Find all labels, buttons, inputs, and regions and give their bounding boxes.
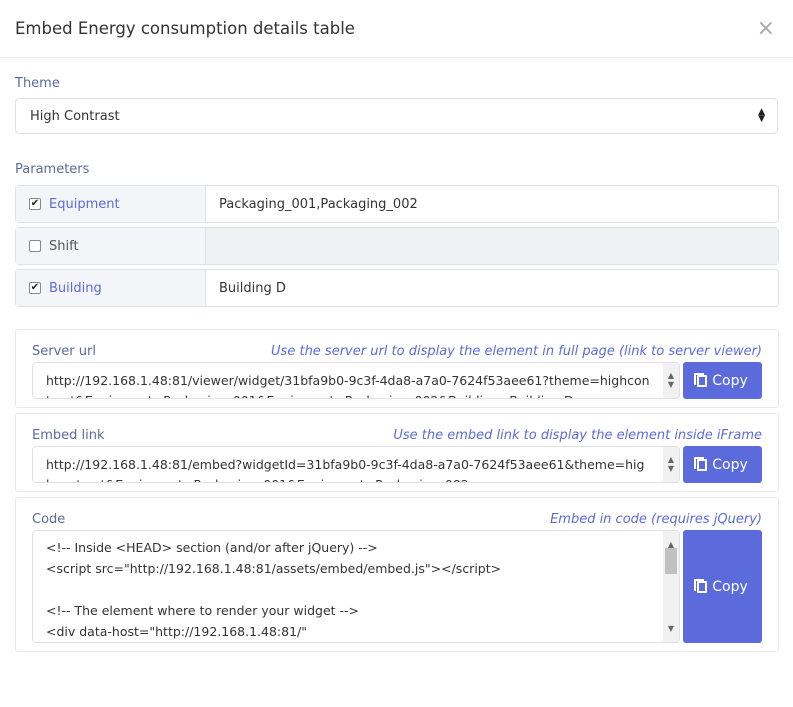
param-building: ✔ Building Building D bbox=[15, 269, 779, 307]
server-url-textarea[interactable]: http://192.168.1.48:81/viewer/widget/31b… bbox=[32, 362, 680, 399]
server-url-hint: Use the server url to display the elemen… bbox=[271, 344, 762, 359]
copy-server-url-button[interactable]: Copy bbox=[683, 362, 762, 399]
copy-embed-link-button[interactable]: Copy bbox=[683, 446, 762, 483]
code-text: <!-- Inside <HEAD> section (and/or after… bbox=[46, 540, 502, 639]
copy-icon bbox=[694, 372, 708, 387]
modal-title: Embed Energy consumption details table bbox=[15, 19, 355, 38]
shift-input bbox=[206, 228, 778, 264]
copy-icon bbox=[694, 578, 708, 593]
copy-label: Copy bbox=[712, 456, 748, 473]
server-url-text: http://192.168.1.48:81/viewer/widget/31b… bbox=[46, 373, 650, 398]
theme-select[interactable]: High Contrast ▲ ▼ bbox=[15, 98, 778, 134]
server-url-card: Server url Use the server url to display … bbox=[15, 329, 779, 408]
scroll-down-icon[interactable]: ▼ bbox=[663, 375, 679, 395]
scroll-down-icon[interactable]: ▼ bbox=[663, 459, 679, 479]
equipment-input[interactable]: Packaging_001,Packaging_002 bbox=[206, 186, 778, 222]
embed-link-hint: Use the embed link to display the elemen… bbox=[393, 428, 762, 443]
copy-icon bbox=[694, 456, 708, 471]
copy-code-button[interactable]: Copy bbox=[683, 530, 762, 643]
server-url-label: Server url bbox=[32, 344, 96, 359]
close-icon[interactable]: × bbox=[757, 16, 775, 41]
shift-checkbox[interactable] bbox=[29, 240, 41, 252]
code-textarea[interactable]: <!-- Inside <HEAD> section (and/or after… bbox=[32, 530, 680, 643]
scrollbar[interactable]: ▲ ▼ bbox=[663, 531, 679, 642]
sort-arrows-icon: ▲ ▼ bbox=[758, 107, 765, 124]
param-shift: Shift bbox=[15, 227, 779, 265]
embed-link-text: http://192.168.1.48:81/embed?widgetId=31… bbox=[46, 457, 645, 482]
scrollbar[interactable]: ▲ ▼ bbox=[663, 363, 679, 398]
param-name: Building bbox=[49, 280, 102, 296]
param-name: Shift bbox=[49, 238, 79, 254]
code-card: Code Embed in code (requires jQuery) <!--… bbox=[15, 497, 779, 652]
embed-link-card: Embed link Use the embed link to display … bbox=[15, 413, 779, 492]
theme-label: Theme bbox=[15, 76, 60, 91]
scrollbar[interactable]: ▲ ▼ bbox=[663, 447, 679, 482]
theme-select-value: High Contrast bbox=[30, 108, 120, 124]
parameters-label: Parameters bbox=[15, 162, 90, 177]
embed-link-textarea[interactable]: http://192.168.1.48:81/embed?widgetId=31… bbox=[32, 446, 680, 483]
equipment-checkbox[interactable]: ✔ bbox=[29, 198, 41, 210]
embed-link-label: Embed link bbox=[32, 428, 105, 443]
building-checkbox[interactable]: ✔ bbox=[29, 282, 41, 294]
modal-header: Embed Energy consumption details table × bbox=[0, 0, 793, 58]
copy-label: Copy bbox=[712, 372, 748, 389]
scrollbar-thumb[interactable] bbox=[665, 548, 677, 574]
param-name: Equipment bbox=[49, 196, 120, 212]
copy-label: Copy bbox=[712, 578, 748, 595]
param-equipment: ✔ Equipment Packaging_001,Packaging_002 bbox=[15, 185, 779, 223]
code-hint: Embed in code (requires jQuery) bbox=[550, 512, 762, 527]
building-input[interactable]: Building D bbox=[206, 270, 778, 306]
scroll-down-icon[interactable]: ▼ bbox=[663, 618, 679, 639]
code-label: Code bbox=[32, 512, 66, 527]
